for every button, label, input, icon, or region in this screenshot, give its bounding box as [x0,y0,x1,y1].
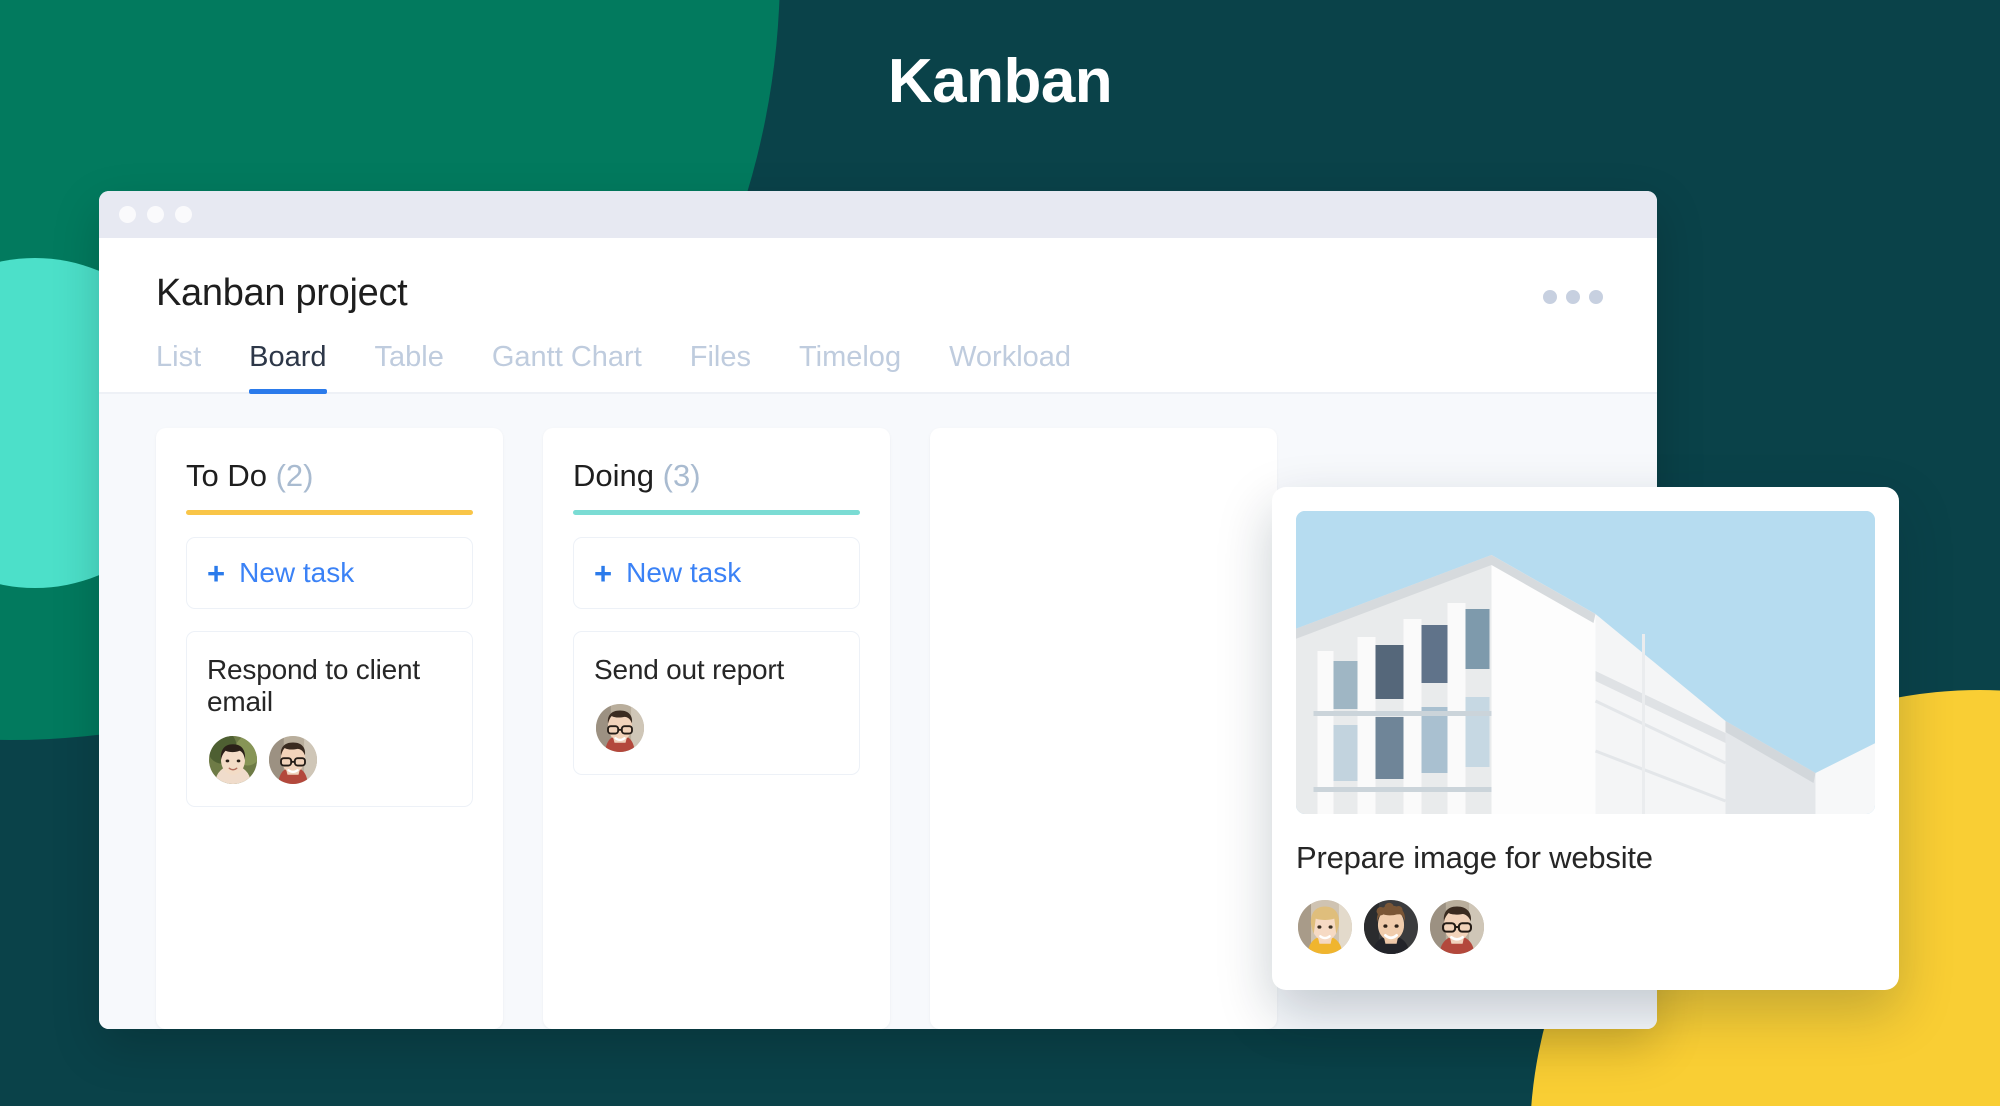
dragged-task-card[interactable]: Prepare image for website [1272,487,1899,990]
task-cover-image [1296,511,1875,814]
column-header: To Do (2) [186,458,473,494]
avatar-man-curly[interactable] [1362,898,1420,956]
column-header: Doing (3) [573,458,860,494]
overflow-menu-icon[interactable] [1543,272,1617,304]
board-column-to-do: To Do (2) + New task Respond to client e… [156,428,503,1029]
kebab-dot-3 [1589,290,1603,304]
avatar-woman-asian[interactable] [207,734,259,786]
plus-icon: + [594,558,612,589]
page-title-project: Kanban project [156,272,407,315]
close-dot-icon[interactable] [119,206,136,223]
new-task-label: New task [239,557,354,589]
minimize-dot-icon[interactable] [147,206,164,223]
board-column-doing: Doing (3) + New task Send out report [543,428,890,1029]
tab-workload[interactable]: Workload [925,341,1095,392]
column-count: (3) [663,458,701,493]
tab-timelog[interactable]: Timelog [775,341,925,392]
avatar-man-glasses[interactable] [1428,898,1486,956]
tab-board[interactable]: Board [225,341,350,392]
kebab-dot-1 [1543,290,1557,304]
app-header: Kanban project [99,238,1657,315]
new-task-label: New task [626,557,741,589]
tab-list[interactable]: List [156,341,225,392]
new-task-button[interactable]: + New task [186,537,473,609]
tab-gantt-chart[interactable]: Gantt Chart [468,341,666,392]
avatar-man-glasses[interactable] [594,702,646,754]
window-titlebar [99,191,1657,238]
task-card[interactable]: Send out report [573,631,860,775]
tab-files[interactable]: Files [666,341,775,392]
task-assignees [207,734,452,786]
task-card[interactable]: Respond to client email [186,631,473,807]
column-accent-rule [186,510,473,515]
column-count: (2) [276,458,314,493]
new-task-button[interactable]: + New task [573,537,860,609]
tab-table[interactable]: Table [351,341,468,392]
maximize-dot-icon[interactable] [175,206,192,223]
column-title: To Do [186,458,267,493]
column-title: Doing [573,458,654,493]
task-title: Send out report [594,654,839,686]
tab-bar: List Board Table Gantt Chart Files Timel… [99,341,1657,394]
task-assignees [594,702,839,754]
board-column-partial [930,428,1277,1029]
plus-icon: + [207,558,225,589]
kebab-dot-2 [1566,290,1580,304]
avatar-man-glasses[interactable] [267,734,319,786]
task-assignees [1296,898,1875,956]
task-title: Respond to client email [207,654,452,718]
task-title: Prepare image for website [1296,840,1875,876]
column-accent-rule [573,510,860,515]
avatar-woman-blonde[interactable] [1296,898,1354,956]
page-title: Kanban [0,46,2000,117]
